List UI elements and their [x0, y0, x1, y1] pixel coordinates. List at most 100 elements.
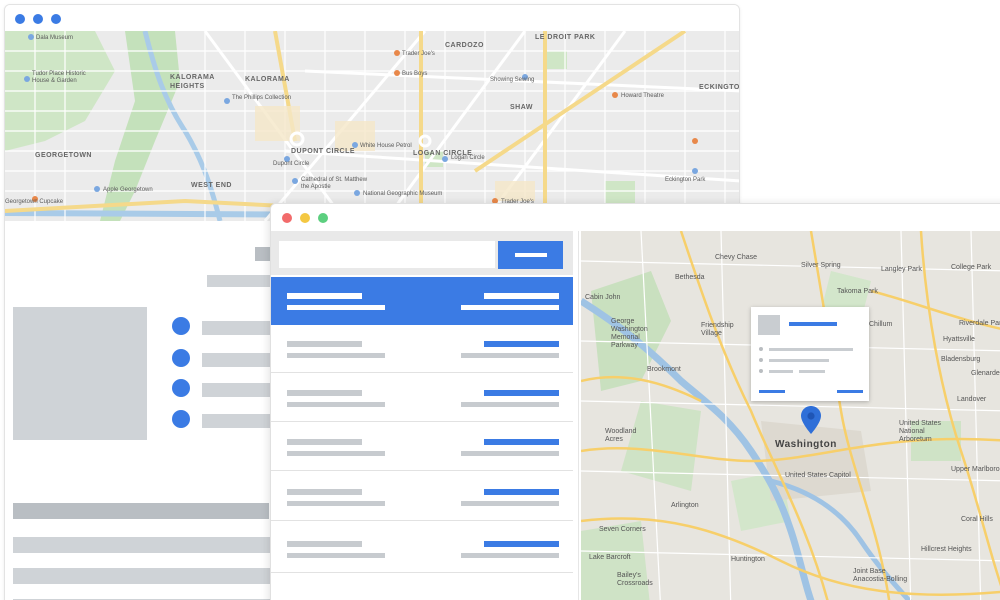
city-label: Washington	[775, 439, 837, 450]
result-item-3[interactable]	[271, 374, 573, 422]
results-panel	[271, 231, 579, 600]
result-item-6[interactable]	[271, 525, 573, 573]
list-bullet-1	[172, 317, 190, 335]
svg-text:GEORGETOWN: GEORGETOWN	[35, 152, 92, 159]
svg-text:Washington: Washington	[611, 326, 648, 333]
result-item-5[interactable]	[271, 473, 573, 521]
svg-text:Bethesda: Bethesda	[675, 274, 705, 281]
svg-text:Bladensburg: Bladensburg	[941, 356, 980, 363]
svg-text:the Apostle: the Apostle	[301, 184, 331, 190]
svg-text:Dala Museum: Dala Museum	[36, 35, 73, 41]
result-meta	[461, 501, 559, 506]
result-title	[287, 489, 362, 495]
svg-text:Parkway: Parkway	[611, 342, 638, 349]
result-subtitle	[287, 451, 385, 456]
paragraph-line-2	[13, 568, 279, 584]
result-subtitle	[287, 402, 385, 407]
result-subtitle	[287, 353, 385, 358]
svg-text:United States Capitol: United States Capitol	[785, 472, 851, 479]
back-window-dot-1[interactable]	[15, 14, 25, 24]
search-bar	[271, 231, 573, 275]
svg-text:Showing Sewing: Showing Sewing	[490, 77, 534, 83]
svg-text:College Park: College Park	[951, 264, 992, 271]
header-placeholder	[207, 275, 277, 287]
directions-link[interactable]	[759, 390, 785, 393]
street-map-graphic: KALORAMA HEIGHTS KALORAMA DUPONT CIRCLE …	[5, 31, 740, 221]
svg-text:Huntington: Huntington	[731, 556, 765, 563]
map-pin-icon[interactable]	[801, 406, 821, 434]
svg-text:Friendship: Friendship	[701, 322, 734, 329]
svg-text:Apple Georgetown: Apple Georgetown	[103, 187, 153, 193]
region-map-graphic: Bethesda Chevy Chase Silver Spring Takom…	[581, 231, 1000, 600]
svg-text:HEIGHTS: HEIGHTS	[170, 83, 205, 90]
svg-text:KALORAMA: KALORAMA	[170, 74, 215, 81]
svg-text:ECKINGTON: ECKINGTON	[699, 84, 740, 91]
city-street-map[interactable]: KALORAMA HEIGHTS KALORAMA DUPONT CIRCLE …	[5, 31, 740, 221]
search-button[interactable]	[498, 241, 563, 269]
svg-text:Langley Park: Langley Park	[881, 266, 922, 273]
svg-text:CARDOZO: CARDOZO	[445, 42, 484, 49]
svg-text:Cabin John: Cabin John	[585, 294, 621, 301]
svg-text:KALORAMA: KALORAMA	[245, 76, 290, 83]
list-bullet-3	[172, 379, 190, 397]
search-button-label	[515, 253, 547, 257]
maximize-window-dot[interactable]	[318, 213, 328, 223]
svg-text:The Phillips Collection: The Phillips Collection	[232, 95, 291, 101]
section-heading-placeholder	[13, 503, 269, 519]
result-link	[484, 293, 559, 299]
svg-text:Coral Hills: Coral Hills	[961, 516, 993, 523]
svg-text:Brookmont: Brookmont	[647, 366, 681, 373]
svg-text:Howard Theatre: Howard Theatre	[621, 93, 665, 99]
result-item-4[interactable]	[271, 423, 573, 471]
svg-text:Lake Barcroft: Lake Barcroft	[589, 554, 631, 561]
result-title	[287, 541, 362, 547]
svg-text:Eckington Park: Eckington Park	[665, 177, 706, 183]
clock-icon	[759, 369, 763, 373]
location-info-card[interactable]	[751, 307, 869, 401]
svg-text:House & Garden: House & Garden	[32, 78, 77, 84]
front-window-titlebar	[271, 204, 1000, 231]
minimize-window-dot[interactable]	[300, 213, 310, 223]
result-title	[287, 390, 362, 396]
svg-text:National Geographic Museum: National Geographic Museum	[363, 191, 442, 197]
svg-text:Anacostia-Bolling: Anacostia-Bolling	[853, 576, 907, 583]
result-title	[287, 439, 362, 445]
svg-text:Seven Corners: Seven Corners	[599, 526, 646, 533]
svg-text:Upper Marlboro: Upper Marlboro	[951, 466, 1000, 473]
svg-text:Chillum: Chillum	[869, 321, 893, 328]
svg-text:Hyattsville: Hyattsville	[943, 336, 975, 343]
svg-text:Chevy Chase: Chevy Chase	[715, 254, 757, 261]
search-input[interactable]	[279, 241, 495, 268]
close-window-dot[interactable]	[282, 213, 292, 223]
result-meta	[461, 305, 559, 310]
result-item-1[interactable]	[271, 277, 573, 325]
result-subtitle	[287, 305, 385, 310]
svg-text:Arlington: Arlington	[671, 502, 699, 509]
result-meta	[461, 353, 559, 358]
region-map[interactable]: Bethesda Chevy Chase Silver Spring Takom…	[581, 231, 1000, 600]
front-browser-window: Bethesda Chevy Chase Silver Spring Takom…	[270, 203, 1000, 600]
svg-text:Acres: Acres	[605, 436, 623, 443]
list-bullet-4	[172, 410, 190, 428]
result-subtitle	[287, 553, 385, 558]
result-item-2[interactable]	[271, 325, 573, 373]
svg-text:George: George	[611, 318, 634, 325]
result-title	[287, 341, 362, 347]
paragraph-line-1	[13, 537, 279, 553]
svg-text:United States: United States	[899, 420, 942, 427]
list-bullet-2	[172, 349, 190, 367]
result-link	[484, 489, 559, 495]
svg-text:Bus Boys: Bus Boys	[402, 71, 427, 77]
result-subtitle	[287, 501, 385, 506]
location-thumbnail	[758, 315, 780, 335]
back-window-dot-3[interactable]	[51, 14, 61, 24]
svg-text:Dupont Circle: Dupont Circle	[273, 161, 310, 167]
location-hours	[769, 370, 793, 373]
location-title[interactable]	[789, 322, 837, 326]
phone-icon	[759, 358, 763, 362]
svg-text:DUPONT CIRCLE: DUPONT CIRCLE	[291, 148, 355, 155]
back-window-dot-2[interactable]	[33, 14, 43, 24]
svg-text:Arboretum: Arboretum	[899, 436, 932, 443]
website-link[interactable]	[837, 390, 863, 393]
svg-text:Riverdale Park: Riverdale Park	[959, 320, 1000, 327]
